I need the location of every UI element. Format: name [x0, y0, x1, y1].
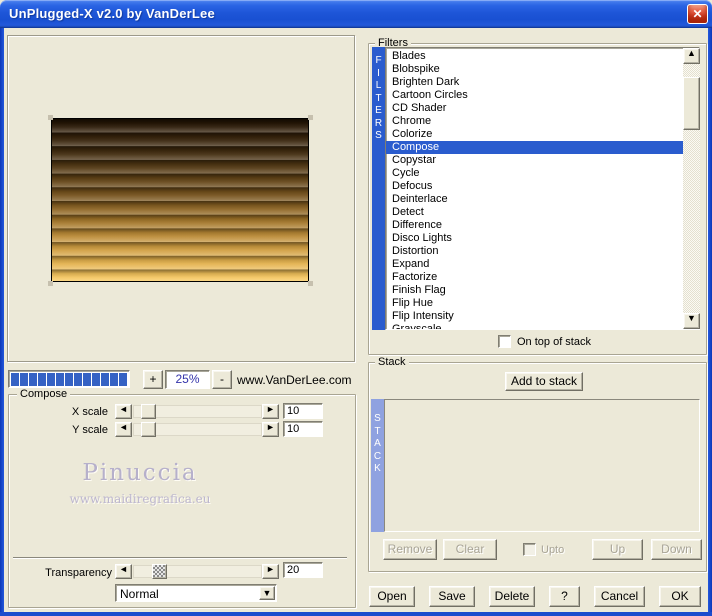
progress-segment [20, 372, 28, 386]
progress-bar [8, 370, 130, 388]
progress-segment [47, 372, 55, 386]
filters-vertical-banner: FILTERS [372, 47, 385, 330]
blend-mode-combobox[interactable]: Normal ▼ [115, 584, 277, 602]
filter-list-item[interactable]: Flip Intensity [386, 310, 699, 323]
transparency-left-arrow-icon[interactable]: ◄ [115, 564, 132, 579]
filter-list-item[interactable]: Difference [386, 219, 699, 232]
vendor-site-text: www.VanDerLee.com [237, 373, 352, 387]
selection-handle [48, 281, 53, 286]
filter-listbox[interactable]: Blades Blobspike Brighten Dark Cartoon Circ… [385, 47, 700, 330]
combo-dropdown-icon[interactable]: ▼ [259, 586, 275, 600]
x-scale-input[interactable] [283, 403, 323, 419]
filter-list-item[interactable]: CD Shader [386, 102, 699, 115]
delete-button[interactable]: Delete [489, 586, 535, 607]
transparency-right-arrow-icon[interactable]: ► [262, 564, 279, 579]
on-top-of-stack-checkbox[interactable] [498, 335, 511, 348]
filter-list-scrollbar[interactable]: ▲ ▼ [683, 48, 700, 329]
window-border-bottom [0, 612, 712, 616]
filter-list-item[interactable]: Grayscale [386, 323, 699, 329]
filter-list-item[interactable]: Defocus [386, 180, 699, 193]
filter-list-item[interactable]: Chrome [386, 115, 699, 128]
filter-list-item[interactable]: Compose [386, 141, 699, 154]
filter-list-item[interactable]: Distortion [386, 245, 699, 258]
stack-vertical-banner: STACK [371, 399, 384, 532]
stack-listbox[interactable] [384, 399, 700, 532]
selection-handle [308, 115, 313, 120]
close-icon: ✕ [692, 7, 703, 21]
blend-mode-value: Normal [120, 587, 159, 601]
filter-list-item[interactable]: Blobspike [386, 63, 699, 76]
transparency-input[interactable] [283, 562, 323, 578]
progress-segment [101, 372, 109, 386]
ok-button[interactable]: OK [659, 586, 701, 607]
filter-list-item[interactable]: Cartoon Circles [386, 89, 699, 102]
progress-segment [56, 372, 64, 386]
y-scale-right-arrow-icon[interactable]: ► [262, 422, 279, 437]
progress-segment [83, 372, 91, 386]
filter-list-item[interactable]: Copystar [386, 154, 699, 167]
y-scale-input[interactable] [283, 421, 323, 437]
filter-list-item[interactable]: Flip Hue [386, 297, 699, 310]
add-to-stack-button[interactable]: Add to stack [505, 372, 583, 391]
progress-segment [11, 372, 19, 386]
progress-segment [38, 372, 46, 386]
upto-checkbox [523, 543, 536, 556]
upto-label: Upto [541, 544, 565, 556]
filter-list-item[interactable]: Deinterlace [386, 193, 699, 206]
zoom-out-button[interactable]: - [212, 370, 232, 389]
help-button[interactable]: ? [549, 586, 580, 607]
filter-list-item[interactable]: Detect [386, 206, 699, 219]
transparency-slider-thumb[interactable] [152, 564, 167, 579]
zoom-in-button[interactable]: + [143, 370, 163, 389]
window-border-left [0, 28, 4, 616]
filter-list-item[interactable]: Factorize [386, 271, 699, 284]
selection-handle [308, 281, 313, 286]
filter-list-item[interactable]: Expand [386, 258, 699, 271]
filter-list-item[interactable]: Colorize [386, 128, 699, 141]
save-button[interactable]: Save [429, 586, 475, 607]
title-bar[interactable]: UnPlugged-X v2.0 by VanDerLee ✕ [0, 0, 712, 28]
stack-down-button: Down [651, 539, 702, 560]
filter-list-item[interactable]: Cycle [386, 167, 699, 180]
y-scale-slider-thumb[interactable] [141, 422, 156, 437]
watermark-url: www.maidiregrafica.eu [69, 492, 211, 506]
stack-clear-button: Clear [443, 539, 497, 560]
x-scale-slider-thumb[interactable] [141, 404, 156, 419]
on-top-of-stack-label: On top of stack [517, 336, 591, 348]
preview-image[interactable] [51, 118, 309, 282]
stack-group-label: Stack [375, 356, 409, 368]
scrollbar-thumb[interactable] [683, 77, 700, 130]
filter-list-item[interactable]: Finish Flag [386, 284, 699, 297]
selection-handle [48, 115, 53, 120]
x-scale-left-arrow-icon[interactable]: ◄ [115, 404, 132, 419]
filter-list-item[interactable]: Blades [386, 50, 699, 63]
stack-up-button: Up [592, 539, 643, 560]
scroll-down-icon[interactable]: ▼ [683, 313, 700, 329]
progress-segment [110, 372, 118, 386]
plugin-dialog-window: UnPlugged-X v2.0 by VanDerLee ✕ + 25% - … [0, 0, 712, 616]
progress-segment [74, 372, 82, 386]
cancel-button[interactable]: Cancel [594, 586, 645, 607]
transparency-label: Transparency [45, 567, 112, 579]
x-scale-right-arrow-icon[interactable]: ► [262, 404, 279, 419]
y-scale-left-arrow-icon[interactable]: ◄ [115, 422, 132, 437]
progress-segment [65, 372, 73, 386]
progress-segment [119, 372, 127, 386]
scroll-up-icon[interactable]: ▲ [683, 48, 700, 64]
zoom-level-display: 25% [165, 370, 210, 389]
stack-remove-button: Remove [383, 539, 437, 560]
window-title: UnPlugged-X v2.0 by VanDerLee [9, 6, 215, 21]
filter-list-item[interactable]: Disco Lights [386, 232, 699, 245]
progress-segment [29, 372, 37, 386]
watermark-title: Pinuccia [82, 460, 198, 486]
filter-list-item[interactable]: Brighten Dark [386, 76, 699, 89]
x-scale-label: X scale [71, 406, 108, 418]
compose-group-label: Compose [17, 388, 71, 400]
window-border-right [708, 28, 712, 616]
y-scale-label: Y scale [72, 424, 108, 436]
close-button[interactable]: ✕ [687, 4, 708, 24]
open-button[interactable]: Open [369, 586, 415, 607]
progress-segment [92, 372, 100, 386]
separator-line [13, 557, 347, 559]
